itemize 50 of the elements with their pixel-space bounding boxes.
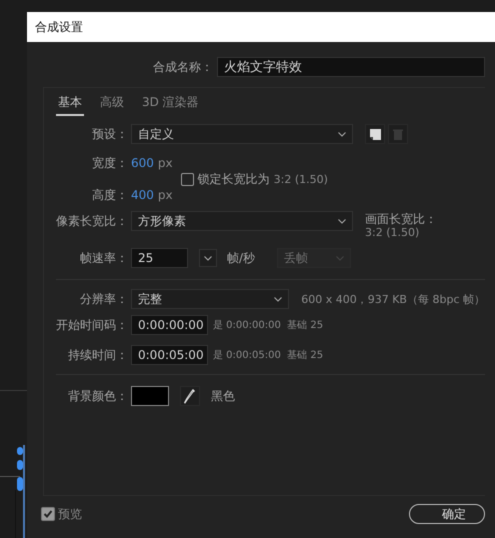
resolution-info: 600 x 400，937 KB（每 8bpc 帧） <box>301 292 485 306</box>
eyedropper-icon <box>184 388 196 404</box>
timecode-info: 是 0:00:00:00 基础 25 <box>213 318 324 332</box>
color-swatch[interactable] <box>131 386 169 406</box>
width-value[interactable]: 600 <box>131 156 154 170</box>
input-field[interactable]: 25 <box>131 248 188 268</box>
dropdown[interactable]: 完整 <box>131 289 290 309</box>
field-label: 背景颜色： <box>67 388 129 404</box>
field-label: 画面长宽比： <box>365 212 437 226</box>
unit-label: px <box>158 188 173 202</box>
input-field[interactable]: 0:00:00:00 <box>131 315 208 335</box>
aspect-value: 3:2 (1.50) <box>365 226 420 240</box>
color-name: 黑色 <box>211 388 235 404</box>
field-label: 分辨率： <box>79 290 129 308</box>
dropdown[interactable]: 方形像素 <box>131 211 353 231</box>
chevron-icon <box>338 218 346 224</box>
field-label: 合成名称： <box>152 58 214 76</box>
input-field[interactable]: 0:00:05:00 <box>131 345 208 365</box>
tab[interactable]: 3D 渲染器 <box>140 92 201 116</box>
eyedropper-button[interactable] <box>180 386 200 406</box>
unit-label: px <box>158 156 173 170</box>
chevron-icon <box>338 132 346 136</box>
trash-icon <box>393 128 403 140</box>
field-label: 宽度： <box>91 154 129 172</box>
timecode-info: 是 0:00:05:00 基础 25 <box>213 348 324 362</box>
field-label: 高度： <box>91 186 129 204</box>
field-label: 像素长宽比： <box>55 213 129 230</box>
ok-button[interactable]: 确定 <box>409 504 485 524</box>
height-value[interactable]: 400 <box>131 188 154 202</box>
field-label: 持续时间： <box>67 346 129 364</box>
chevron-icon <box>274 296 282 302</box>
dropdown-button[interactable] <box>199 249 217 267</box>
chevron-icon <box>336 256 344 260</box>
field-label: 开始时间码： <box>55 316 129 334</box>
chevron-icon <box>204 256 212 260</box>
checkbox[interactable] <box>180 172 194 186</box>
save-preset-button[interactable] <box>365 124 385 144</box>
window-title: 合成设置 <box>35 18 83 36</box>
field-label: 预设： <box>91 126 129 142</box>
unit-label: 帧/秒 <box>227 250 256 266</box>
tab[interactable]: 基本 <box>56 92 84 116</box>
checkbox-label: 锁定长宽比为 <box>198 170 270 188</box>
tab[interactable]: 高级 <box>98 92 126 116</box>
checkbox[interactable] <box>41 507 55 521</box>
ratio-value: 3:2 (1.50) <box>274 172 328 186</box>
field-label: 帧速率： <box>79 250 129 266</box>
checkbox-label: 预览 <box>58 506 82 522</box>
dropdown[interactable]: 自定义 <box>131 124 353 144</box>
input-field[interactable]: 火焰文字特效 <box>217 57 485 77</box>
page-icon <box>370 128 380 140</box>
